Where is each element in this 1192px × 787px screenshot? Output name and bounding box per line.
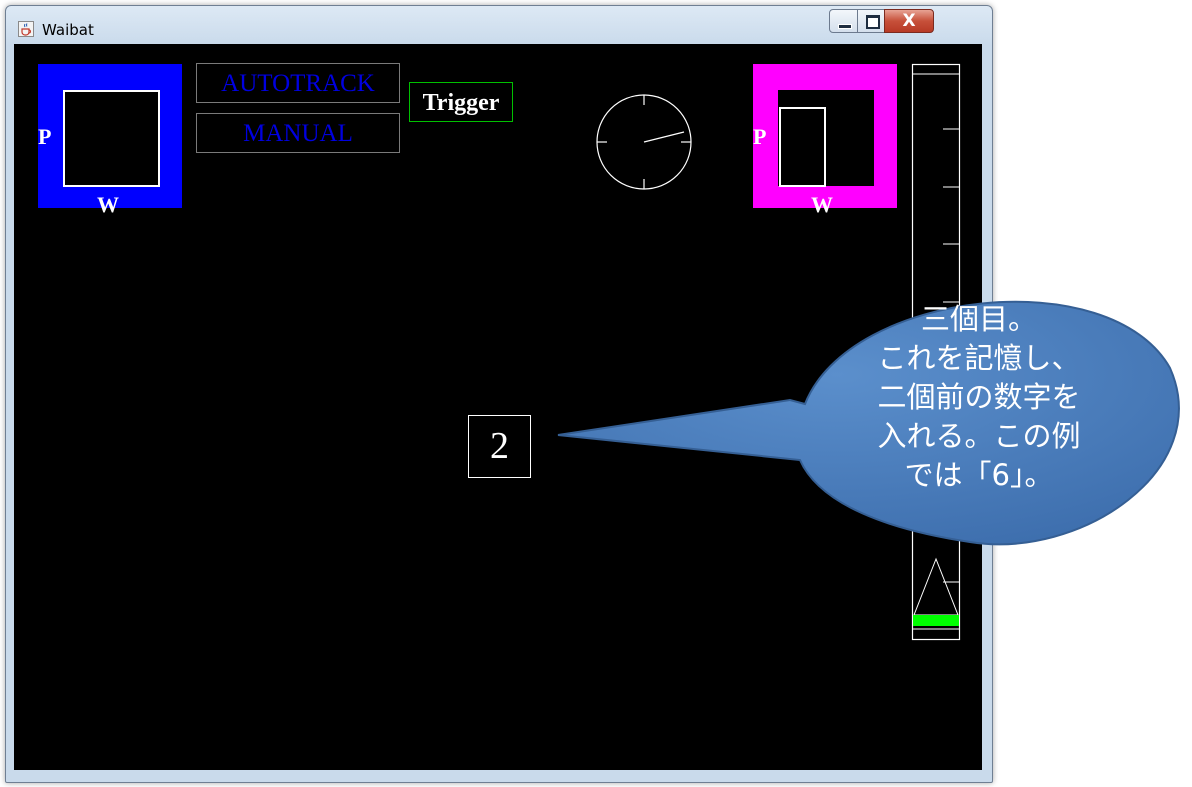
callout-line: 入れる。この例 (877, 419, 1081, 453)
callout-text: 三個目。 これを記憶し、 二個前の数字を 入れる。この例 では「6」。 (818, 300, 1140, 495)
callout-line: 二個前の数字を (877, 380, 1081, 414)
callout-line: これを記憶し、 (877, 341, 1081, 375)
callout-line: 三個目。 (920, 302, 1037, 336)
callout-line: では「6」。 (904, 458, 1054, 492)
